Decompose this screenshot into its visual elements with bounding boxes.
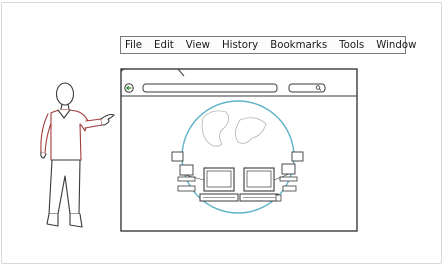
menu-item-edit[interactable]: Edit xyxy=(154,40,174,51)
search-box[interactable] xyxy=(288,83,326,93)
browser-window xyxy=(120,68,358,232)
menu-bar: File Edit View History Bookmarks Tools W… xyxy=(120,36,416,54)
menu-item-tools[interactable]: Tools xyxy=(339,40,364,51)
presenter-figure xyxy=(40,82,115,228)
computer-left xyxy=(199,167,239,202)
menu-item-bookmarks[interactable]: Bookmarks xyxy=(270,40,327,51)
back-button[interactable] xyxy=(124,83,134,93)
menu-item-view[interactable]: View xyxy=(186,40,210,51)
address-bar[interactable] xyxy=(142,83,278,93)
menu-item-file[interactable]: File xyxy=(125,40,142,51)
menu-item-window[interactable]: Window xyxy=(376,40,416,51)
computer-center xyxy=(239,167,279,202)
menu-item-history[interactable]: History xyxy=(222,40,258,51)
